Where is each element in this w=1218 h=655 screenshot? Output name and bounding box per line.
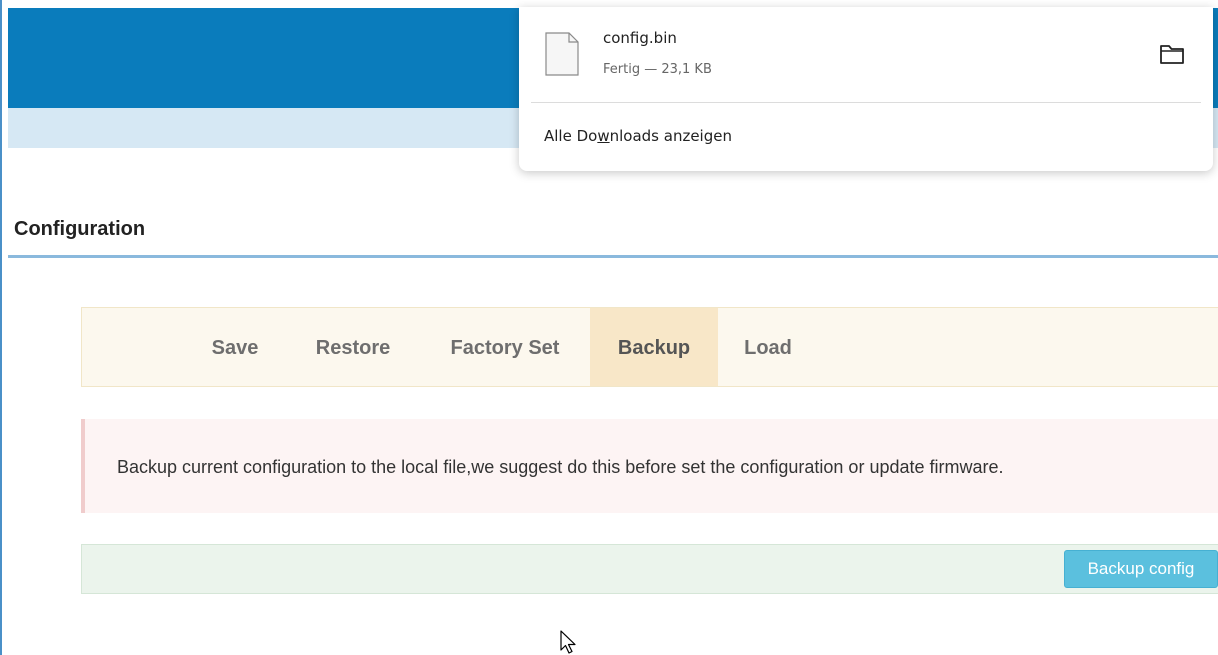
mouse-pointer-icon: [560, 630, 580, 655]
tab-factory-set[interactable]: Factory Set: [420, 308, 590, 386]
file-icon: [545, 32, 579, 81]
notice-text: Backup current configuration to the loca…: [117, 457, 1004, 477]
downloads-panel: config.bin Fertig — 23,1 KB Alle Downloa…: [519, 7, 1213, 171]
page-title: Configuration: [14, 218, 146, 240]
action-bar: Backup config: [81, 544, 1218, 594]
show-all-text-start: Alle Do: [544, 127, 598, 145]
tab-save[interactable]: Save: [182, 308, 288, 386]
download-file-status: Fertig — 23,1 KB: [603, 62, 712, 77]
downloads-divider: [531, 102, 1201, 103]
config-tab-bar: Save Restore Factory Set Backup Load: [81, 307, 1218, 387]
title-divider: [8, 255, 1218, 258]
backup-notice: Backup current configuration to the loca…: [81, 419, 1218, 513]
show-all-text-end: nloads anzeigen: [609, 127, 732, 145]
tab-backup[interactable]: Backup: [590, 308, 718, 386]
download-file-name[interactable]: config.bin: [603, 29, 677, 47]
folder-icon[interactable]: [1159, 43, 1185, 70]
show-all-accesskey: w: [597, 127, 610, 145]
backup-config-button[interactable]: Backup config: [1064, 550, 1218, 588]
show-all-downloads-link[interactable]: Alle Downloads anzeigen: [544, 127, 732, 145]
tab-restore[interactable]: Restore: [288, 308, 418, 386]
tab-load[interactable]: Load: [718, 308, 818, 386]
